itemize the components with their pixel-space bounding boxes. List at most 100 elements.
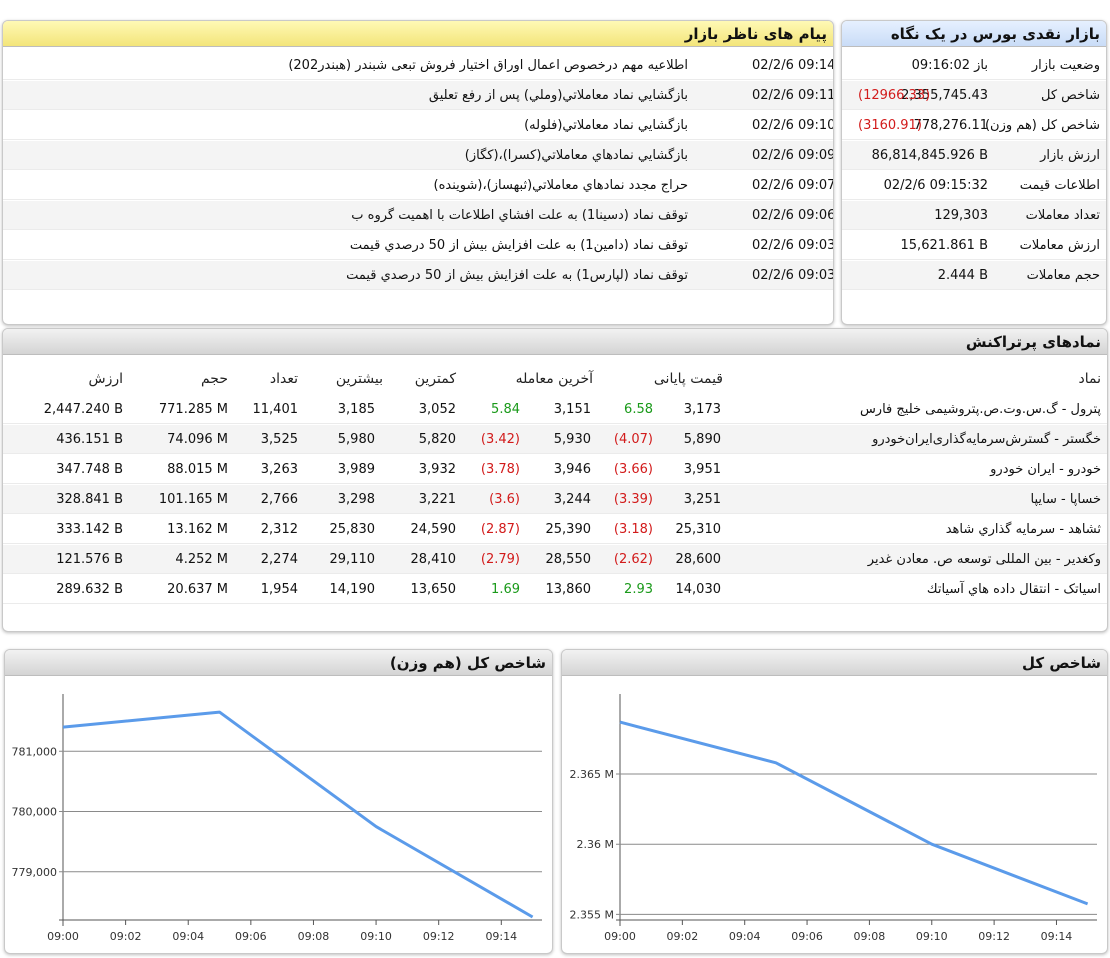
message-row[interactable]: 02/2/6 09:09 بازگشايي نمادهاي معاملاتي(كس… bbox=[3, 141, 833, 170]
last-price: 3,151 bbox=[553, 402, 591, 417]
closing-change: (4.07) bbox=[613, 432, 653, 447]
message-row[interactable]: 02/2/6 09:14 اطلاعیه مهم درخصوص اعمال اور… bbox=[3, 51, 833, 80]
message-text[interactable]: حراج مجدد نمادهاي معاملاتي(ثبهساز)،(شوين… bbox=[128, 171, 688, 200]
symbol-row[interactable]: پترول - گ.س.وت.ص.پتروشیمی خلیج فارس 3,173… bbox=[3, 395, 1107, 424]
trade-count: 3,263 bbox=[260, 462, 298, 477]
y-tick-label: 780,000 bbox=[12, 806, 58, 819]
high-price: 3,989 bbox=[337, 462, 375, 477]
message-row[interactable]: 02/2/6 09:03 توقف نماد (دامين1) به علت اف… bbox=[3, 231, 833, 260]
high-price: 29,110 bbox=[329, 552, 376, 567]
y-tick-label: 2.355 M bbox=[570, 908, 614, 921]
total-index-chart-panel: شاخص کل 2.365 M 2.36 M 2.355 M 09:00 09:02 09… bbox=[561, 649, 1108, 954]
message-text[interactable]: بازگشايي نماد معاملاتي(وملي) پس از رفع ت… bbox=[128, 81, 688, 110]
x-tick-label: 09:12 bbox=[423, 930, 455, 943]
last-change: 1.69 bbox=[491, 582, 520, 597]
x-tick-label: 09:08 bbox=[854, 930, 886, 943]
last-change: (3.78) bbox=[480, 462, 520, 477]
high-price: 5,980 bbox=[337, 432, 375, 447]
col-header-symbol: نماد bbox=[1078, 371, 1102, 387]
last-change: (2.87) bbox=[480, 522, 520, 537]
message-row[interactable]: 02/2/6 09:06 توقف نماد (دسينا1) به علت اف… bbox=[3, 201, 833, 230]
x-tick-label: 09:00 bbox=[47, 930, 79, 943]
symbol-name[interactable]: وکغدیر - بین المللی توسعه ص. معادن غدیر bbox=[743, 545, 1101, 574]
trade-value: 121.576 B bbox=[56, 552, 123, 567]
low-price: 3,221 bbox=[418, 492, 456, 507]
closing-change: (2.62) bbox=[613, 552, 653, 567]
symbol-name[interactable]: اسیاتک - انتقال داده هاي آسياتك bbox=[743, 575, 1101, 604]
symbol-name[interactable]: پترول - گ.س.وت.ص.پتروشیمی خلیج فارس bbox=[743, 395, 1101, 424]
y-tick-label: 2.36 M bbox=[577, 838, 614, 851]
col-header-volume: حجم bbox=[200, 371, 228, 387]
message-text[interactable]: بازگشايي نماد معاملاتي(فلوله) bbox=[128, 111, 688, 140]
high-price: 14,190 bbox=[329, 582, 376, 597]
glance-row: شاخص کل (هم وزن) 778,276.11 (3160.91) bbox=[842, 111, 1106, 140]
trade-volume: 101.165 M bbox=[158, 492, 228, 507]
trade-value: 347.748 B bbox=[56, 462, 123, 477]
glance-value: 778,276.11 bbox=[913, 118, 988, 133]
symbol-name[interactable]: خساپا - سایپا bbox=[743, 485, 1101, 514]
x-tick-label: 09:02 bbox=[667, 930, 699, 943]
message-text[interactable]: توقف نماد (دامين1) به علت افزايش بيش از … bbox=[128, 231, 688, 260]
message-time: 02/2/6 09:06 bbox=[752, 208, 834, 223]
low-price: 24,590 bbox=[410, 522, 457, 537]
symbol-name[interactable]: ثشاهد - سرمایه گذاري شاهد bbox=[743, 515, 1101, 544]
x-tick-label: 09:14 bbox=[1041, 930, 1073, 943]
message-time: 02/2/6 09:11 bbox=[752, 88, 834, 103]
high-price: 3,185 bbox=[337, 402, 375, 417]
total-index-chart: 2.365 M 2.36 M 2.355 M 09:00 09:02 09:04 09:06… bbox=[570, 694, 1097, 943]
message-text[interactable]: توقف نماد (لپارس1) به علت افزايش بيش از … bbox=[128, 261, 688, 290]
closing-price: 14,030 bbox=[675, 582, 722, 597]
closing-price: 5,890 bbox=[683, 432, 721, 447]
symbol-row[interactable]: ثشاهد - سرمایه گذاري شاهد 25,310 (3.18) 25,… bbox=[3, 515, 1107, 544]
col-header-count: تعداد bbox=[269, 371, 298, 387]
message-time: 02/2/6 09:03 bbox=[752, 238, 834, 253]
symbol-name[interactable]: خگستر - گسترش‌سرمایه‌گذاری‌ایران‌خودرو bbox=[743, 425, 1101, 454]
y-tick-label: 2.365 M bbox=[570, 768, 614, 781]
low-price: 3,052 bbox=[418, 402, 456, 417]
trade-value: 328.841 B bbox=[56, 492, 123, 507]
x-tick-label: 09:00 bbox=[604, 930, 636, 943]
message-time: 02/2/6 09:14 bbox=[752, 58, 834, 73]
glance-value: 15,621.861 B bbox=[900, 238, 988, 253]
message-row[interactable]: 02/2/6 09:03 توقف نماد (لپارس1) به علت اف… bbox=[3, 261, 833, 290]
low-price: 28,410 bbox=[410, 552, 457, 567]
symbol-row[interactable]: خودرو - ایران‌ خودرو 3,951 (3.66) 3,946 (3.7… bbox=[3, 455, 1107, 484]
index-series-line bbox=[619, 720, 1089, 906]
x-tick-label: 09:06 bbox=[791, 930, 823, 943]
index-series-line bbox=[62, 710, 534, 919]
top-symbols-panel: نمادهای پرتراکنش نماد قیمت پایانی آخرین … bbox=[2, 328, 1108, 632]
col-header-value: ارزش bbox=[88, 371, 123, 387]
message-text[interactable]: توقف نماد (دسينا1) به علت افشاي اطلاعات … bbox=[128, 201, 688, 230]
trade-volume: 88.015 M bbox=[167, 462, 228, 477]
closing-change: 6.58 bbox=[624, 402, 653, 417]
trade-count: 2,312 bbox=[260, 522, 298, 537]
low-price: 13,650 bbox=[410, 582, 457, 597]
message-text[interactable]: بازگشايي نمادهاي معاملاتي(كسرا)،(كگاز) bbox=[128, 141, 688, 170]
message-row[interactable]: 02/2/6 09:11 بازگشايي نماد معاملاتي(وملي)… bbox=[3, 81, 833, 110]
symbol-name[interactable]: خودرو - ایران‌ خودرو bbox=[743, 455, 1101, 484]
high-price: 3,298 bbox=[337, 492, 375, 507]
col-header-closing: قیمت پایانی bbox=[653, 371, 723, 387]
symbol-row[interactable]: اسیاتک - انتقال داده هاي آسياتك 14,030 2.9… bbox=[3, 575, 1107, 604]
symbol-row[interactable]: خساپا - سایپا 3,251 (3.39) 3,244 (3.6) 3,221 3… bbox=[3, 485, 1107, 514]
closing-price: 28,600 bbox=[675, 552, 722, 567]
message-row[interactable]: 02/2/6 09:10 بازگشايي نماد معاملاتي(فلوله… bbox=[3, 111, 833, 140]
market-glance-panel: بازار نقدی بورس در یک نگاه وضعیت بازار با… bbox=[841, 20, 1107, 325]
x-tick-label: 09:14 bbox=[485, 930, 517, 943]
trade-value: 436.151 B bbox=[56, 432, 123, 447]
symbol-row[interactable]: وکغدیر - بین المللی توسعه ص. معادن غدیر 2… bbox=[3, 545, 1107, 574]
closing-price: 3,951 bbox=[683, 462, 721, 477]
low-price: 5,820 bbox=[418, 432, 456, 447]
closing-change: 2.93 bbox=[624, 582, 653, 597]
x-tick-label: 09:10 bbox=[360, 930, 392, 943]
x-tick-label: 09:04 bbox=[172, 930, 204, 943]
symbol-row[interactable]: خگستر - گسترش‌سرمایه‌گذاری‌ایران‌خودرو 5,… bbox=[3, 425, 1107, 454]
last-change: (2.79) bbox=[480, 552, 520, 567]
x-tick-label: 09:12 bbox=[978, 930, 1010, 943]
x-tick-label: 09:02 bbox=[110, 930, 142, 943]
message-row[interactable]: 02/2/6 09:07 حراج مجدد نمادهاي معاملاتي(ث… bbox=[3, 171, 833, 200]
glance-value: 86,814,845.926 B bbox=[871, 148, 988, 163]
message-text[interactable]: اطلاعیه مهم درخصوص اعمال اوراق اختیار فر… bbox=[128, 51, 688, 80]
last-price: 3,946 bbox=[553, 462, 591, 477]
col-header-high: بیشترین bbox=[335, 371, 383, 387]
